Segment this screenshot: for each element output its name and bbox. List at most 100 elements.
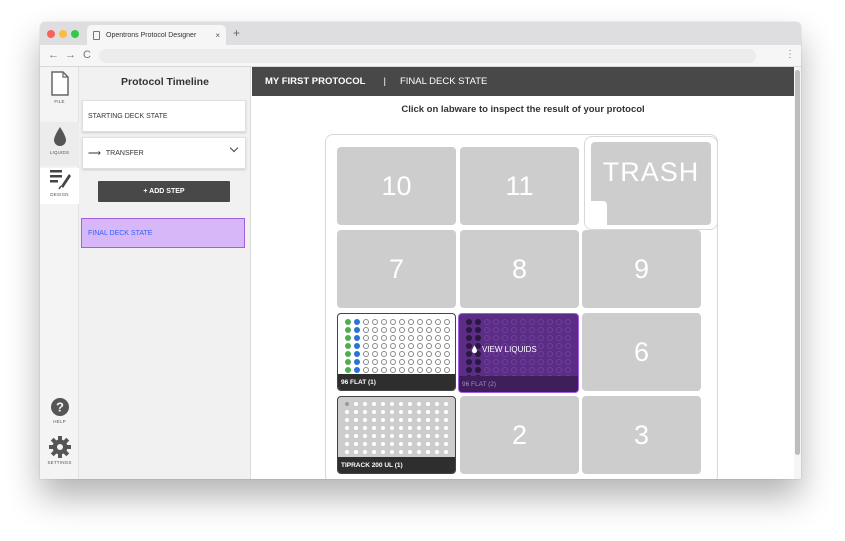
- back-button[interactable]: ←: [48, 49, 59, 61]
- browser-tab[interactable]: Opentrons Protocol Designer ×: [87, 25, 226, 45]
- trash-label: TRASH: [602, 157, 700, 187]
- well: [444, 426, 448, 430]
- well: [408, 442, 412, 446]
- well: [417, 450, 421, 454]
- well: [390, 410, 394, 414]
- well: [399, 410, 403, 414]
- forward-button[interactable]: →: [65, 49, 76, 61]
- well: [390, 402, 394, 406]
- well: [565, 343, 571, 349]
- labware-label: TIPRACK 200 UL (1): [338, 457, 455, 473]
- well: [565, 319, 571, 325]
- labware-96-flat-1[interactable]: 96 FLAT (1): [337, 313, 456, 391]
- view-liquids-link[interactable]: VIEW LIQUIDS: [471, 345, 537, 354]
- deck-slot-8[interactable]: 8: [460, 230, 579, 308]
- well: [493, 359, 499, 365]
- nav-file[interactable]: FILE: [40, 71, 79, 104]
- well: [565, 359, 571, 365]
- maximize-window-button[interactable]: [71, 30, 79, 38]
- deck-slot-11[interactable]: 11: [460, 147, 579, 225]
- browser-menu-button[interactable]: ⋮: [785, 49, 795, 60]
- well: [484, 367, 490, 373]
- well: [556, 319, 562, 325]
- file-icon: [50, 71, 69, 96]
- final-deck-state-item[interactable]: FINAL DECK STATE: [81, 218, 245, 248]
- well: [538, 359, 544, 365]
- reload-button[interactable]: C: [83, 49, 91, 61]
- well: [345, 367, 351, 373]
- labware-96-flat-2[interactable]: VIEW LIQUIDS 96 FLAT (2): [458, 313, 579, 393]
- deck-slot-6[interactable]: 6: [582, 313, 701, 391]
- well: [345, 434, 349, 438]
- scrollbar-thumb[interactable]: [795, 70, 800, 455]
- well: [354, 343, 360, 349]
- deck-slot-10[interactable]: 10: [337, 147, 456, 225]
- page-scrollbar[interactable]: [794, 67, 801, 479]
- nav-liquids[interactable]: LIQUIDS: [40, 122, 79, 166]
- well: [417, 442, 421, 446]
- new-tab-button[interactable]: +: [233, 26, 240, 40]
- deck-slot-2[interactable]: 2: [460, 396, 579, 474]
- trash-slot[interactable]: TRASH: [584, 136, 718, 230]
- well: [484, 319, 490, 325]
- starting-deck-state-item[interactable]: STARTING DECK STATE: [82, 100, 246, 132]
- well: [354, 367, 360, 373]
- well: [475, 367, 481, 373]
- well: [556, 327, 562, 333]
- well: [444, 434, 448, 438]
- well: [390, 426, 394, 430]
- deck-slot-7[interactable]: 7: [337, 230, 456, 308]
- labware-tiprack-200ul[interactable]: TIPRACK 200 UL (1): [337, 396, 456, 474]
- well: [417, 426, 421, 430]
- well: [484, 327, 490, 333]
- transfer-step-label: TRANSFER: [105, 149, 144, 157]
- transfer-step-item[interactable]: ⟶ TRANSFER: [82, 137, 246, 169]
- well: [381, 434, 385, 438]
- well: [390, 450, 394, 454]
- nav-settings[interactable]: SETTINGS: [40, 436, 79, 465]
- well: [529, 359, 535, 365]
- well: [408, 335, 414, 341]
- well: [399, 418, 403, 422]
- view-liquids-label: VIEW LIQUIDS: [482, 345, 537, 354]
- nav-design-label: DESIGN: [50, 192, 69, 197]
- well: [435, 319, 441, 325]
- well: [556, 343, 562, 349]
- well: [435, 327, 441, 333]
- nav-design[interactable]: DESIGN: [40, 168, 79, 204]
- sidebar-title: Protocol Timeline: [121, 75, 209, 88]
- minimize-window-button[interactable]: [59, 30, 67, 38]
- well: [444, 351, 450, 357]
- well: [345, 426, 349, 430]
- well: [390, 343, 396, 349]
- well: [466, 359, 472, 365]
- deck-slot-3[interactable]: 3: [582, 396, 701, 474]
- tab-close-icon[interactable]: ×: [215, 31, 220, 40]
- well: [372, 343, 378, 349]
- well: [363, 434, 367, 438]
- well: [475, 335, 481, 341]
- section-name: FINAL DECK STATE: [399, 76, 488, 87]
- starting-deck-state-label: STARTING DECK STATE: [88, 112, 168, 120]
- nav-help[interactable]: ? HELP: [40, 397, 79, 424]
- well: [354, 442, 358, 446]
- well: [426, 351, 432, 357]
- well: [547, 335, 553, 341]
- deck-slot-9[interactable]: 9: [582, 230, 701, 308]
- well: [354, 319, 360, 325]
- add-step-button[interactable]: + ADD STEP: [98, 181, 230, 202]
- close-window-button[interactable]: [47, 30, 55, 38]
- well: [520, 367, 526, 373]
- well: [354, 359, 360, 365]
- well: [466, 327, 472, 333]
- chevron-down-icon[interactable]: [229, 143, 239, 153]
- well: [556, 367, 562, 373]
- well: [520, 359, 526, 365]
- address-bar[interactable]: [99, 49, 756, 63]
- well: [372, 359, 378, 365]
- well: [538, 367, 544, 373]
- well: [381, 351, 387, 357]
- deck-map: 10 11 TRASH 7 8 9 96 FLAT (1) VIEW LIQUI…: [325, 134, 718, 479]
- well: [538, 319, 544, 325]
- well: [435, 434, 439, 438]
